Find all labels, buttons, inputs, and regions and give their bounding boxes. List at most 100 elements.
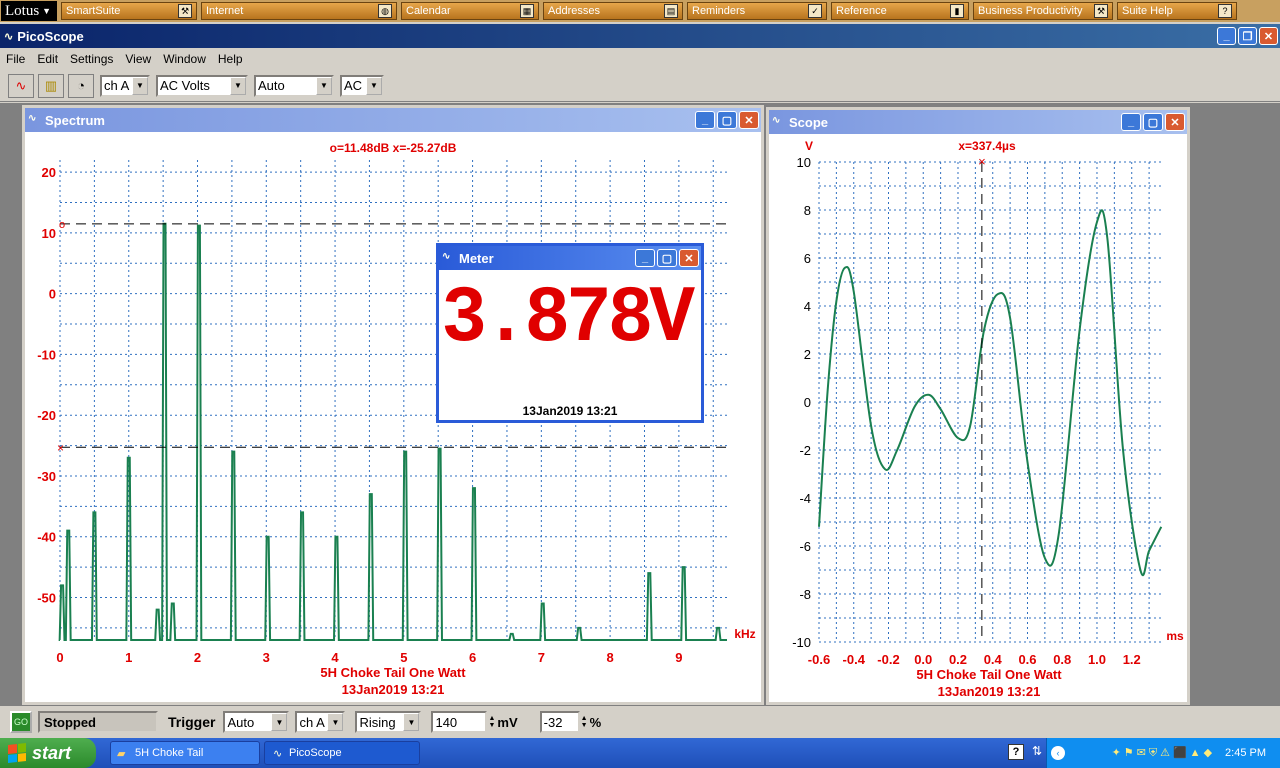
lotus-item-smartsuite[interactable]: SmartSuite ⚒ <box>61 2 197 20</box>
lotus-item-addresses[interactable]: Addresses ▤ <box>543 2 683 20</box>
menu-file[interactable]: File <box>0 52 31 66</box>
lotus-item-label: SmartSuite <box>66 5 121 17</box>
chevron-down-icon: ▼ <box>366 76 382 95</box>
scope-x-tick: 0.0 <box>914 652 932 667</box>
trigger-mode-select[interactable]: Auto ▼ <box>223 711 290 733</box>
task-picoscope[interactable]: ∿ PicoScope <box>264 741 420 765</box>
menu-settings[interactable]: Settings <box>64 52 119 66</box>
trigger-delay-value: -32 <box>543 714 563 730</box>
delay-spinner[interactable]: ▲ ▼ <box>581 715 588 729</box>
chevron-down-icon: ▼ <box>230 76 246 95</box>
run-led-button[interactable]: GO <box>10 711 32 733</box>
trigger-channel-select[interactable]: ch A ▼ <box>295 711 346 733</box>
menu-help[interactable]: Help <box>212 52 249 66</box>
spectrum-readout: o=11.48dB x=-25.27dB <box>330 141 457 155</box>
scope-chart[interactable]: -0.6 -0.4 -0.2 0.0 0.2 0.4 0.6 0.8 1.0 1.2 10 8 6 4 2 0… <box>769 134 1187 702</box>
spin-up-icon: ▲ <box>580 715 588 722</box>
spectrum-view-button[interactable]: ▥ <box>38 73 64 98</box>
tools-icon: ⚒ <box>178 4 192 18</box>
scope-x-tick: 0.2 <box>949 652 967 667</box>
scope-trace <box>818 209 1163 577</box>
range-value: Auto <box>258 78 285 93</box>
spectrum-x-unit: kHz <box>734 627 755 641</box>
meter-maximize-button[interactable]: ▢ <box>657 249 677 267</box>
tray-chevron-icon[interactable]: ‹ <box>1051 746 1065 760</box>
meter-display: 3.878V <box>439 274 701 364</box>
spectrum-x-tick: 6 <box>469 650 476 665</box>
spectrum-x-tick: 4 <box>331 650 339 665</box>
spectrum-close-button[interactable]: ✕ <box>739 111 759 129</box>
tray-icons[interactable]: ✦⚑✉⛨⚠⬛▲◆ <box>1112 746 1215 760</box>
scope-minimize-button[interactable]: _ <box>1121 113 1141 131</box>
meter-minimize-button[interactable]: _ <box>635 249 655 267</box>
scope-marker-x: × <box>978 154 986 169</box>
scope-title-bar[interactable]: ∿ Scope _ ▢ ✕ <box>769 110 1187 134</box>
bar-chart-icon: ▥ <box>44 77 58 93</box>
scope-x-tick: -0.4 <box>843 652 866 667</box>
toolbar: ∿ ▥ ◔ ch A ▼ AC Volts ▼ Auto ▼ AC ▼ <box>0 70 1280 102</box>
trigger-channel-value: ch A <box>299 714 325 730</box>
scope-date: 13Jan2019 13:21 <box>938 684 1041 699</box>
close-button[interactable]: ✕ <box>1259 27 1278 45</box>
spin-down-icon: ▼ <box>580 722 588 729</box>
spectrum-x-tick: 0 <box>56 650 63 665</box>
taskbar: start ▰ 5H Choke Tail ∿ PicoScope ? ⇅ ‹ ✦⚑… <box>0 738 1280 768</box>
chevron-down-icon: ▼ <box>132 76 148 95</box>
trigger-edge-select[interactable]: Rising ▼ <box>355 711 422 733</box>
lotus-item-reference[interactable]: Reference ▮ <box>831 2 969 20</box>
meter-view-button[interactable]: ◔ <box>68 73 94 98</box>
checkmark-icon: ✓ <box>808 4 822 18</box>
menu-edit[interactable]: Edit <box>31 52 64 66</box>
spectrum-maximize-button[interactable]: ▢ <box>717 111 737 129</box>
meter-close-button[interactable]: ✕ <box>679 249 699 267</box>
help-icon[interactable]: ? <box>1008 744 1024 760</box>
start-button[interactable]: start <box>0 738 96 768</box>
scope-close-button[interactable]: ✕ <box>1165 113 1185 131</box>
level-spinner[interactable]: ▲ ▼ <box>488 715 495 729</box>
trigger-level-unit: mV <box>497 714 518 730</box>
meter-title-bar[interactable]: ∿ Meter _ ▢ ✕ <box>439 246 701 270</box>
task-label: 5H Choke Tail <box>135 747 204 759</box>
menu-window[interactable]: Window <box>157 52 212 66</box>
lotus-item-business-productivity[interactable]: Business Productivity ⚒ <box>973 2 1113 20</box>
mode-select[interactable]: AC Volts ▼ <box>156 74 248 97</box>
scope-x-tick: -0.2 <box>877 652 899 667</box>
lotus-item-label: Calendar <box>406 5 451 17</box>
spin-down-icon: ▼ <box>488 722 496 729</box>
chevron-down-icon: ▼ <box>403 713 420 731</box>
picoscope-icon: ∿ <box>772 115 781 126</box>
trigger-level-input[interactable]: 140 <box>431 711 488 733</box>
spectrum-y-tick: -40 <box>37 530 56 545</box>
system-tray: ‹ ✦⚑✉⛨⚠⬛▲◆ 2:45 PM <box>1046 738 1280 768</box>
network-icon[interactable]: ⇅ <box>1032 744 1042 758</box>
picoscope-icon: ∿ <box>28 113 37 124</box>
lotus-item-reminders[interactable]: Reminders ✓ <box>687 2 827 20</box>
range-select[interactable]: Auto ▼ <box>254 74 334 97</box>
scope-maximize-button[interactable]: ▢ <box>1143 113 1163 131</box>
trigger-delay-input[interactable]: -32 <box>539 711 580 733</box>
scope-y-tick: 2 <box>804 347 811 362</box>
meter-title: Meter <box>459 250 494 266</box>
menu-view[interactable]: View <box>119 52 157 66</box>
picoscope-icon: ∿ <box>442 251 451 262</box>
minimize-button[interactable]: _ <box>1217 27 1236 45</box>
spectrum-x-tick: 9 <box>675 650 682 665</box>
spectrum-y-tick: 10 <box>42 226 56 241</box>
coupling-select[interactable]: AC ▼ <box>340 74 384 97</box>
globe-icon: ◍ <box>378 4 392 18</box>
chevron-down-icon: ▼ <box>327 713 344 731</box>
run-state-field: Stopped <box>38 711 158 733</box>
lotus-suite-bar: Lotus ▼ SmartSuite ⚒ Internet ◍ Calendar ▦ Addr… <box>0 0 1280 22</box>
scope-y-tick: 10 <box>797 155 811 170</box>
lotus-item-internet[interactable]: Internet ◍ <box>201 2 397 20</box>
scope-view-button[interactable]: ∿ <box>8 73 34 98</box>
channel-value: ch A <box>104 78 130 93</box>
lotus-item-suite-help[interactable]: Suite Help? <box>1117 2 1237 20</box>
lotus-logo[interactable]: Lotus ▼ <box>1 1 57 21</box>
lotus-item-calendar[interactable]: Calendar ▦ <box>401 2 539 20</box>
channel-select[interactable]: ch A ▼ <box>100 74 150 97</box>
spectrum-minimize-button[interactable]: _ <box>695 111 715 129</box>
restore-button[interactable]: ❐ <box>1238 27 1257 45</box>
spectrum-title-bar[interactable]: ∿ Spectrum _ ▢ ✕ <box>25 108 761 132</box>
task-5h-choke-tail[interactable]: ▰ 5H Choke Tail <box>110 741 260 765</box>
